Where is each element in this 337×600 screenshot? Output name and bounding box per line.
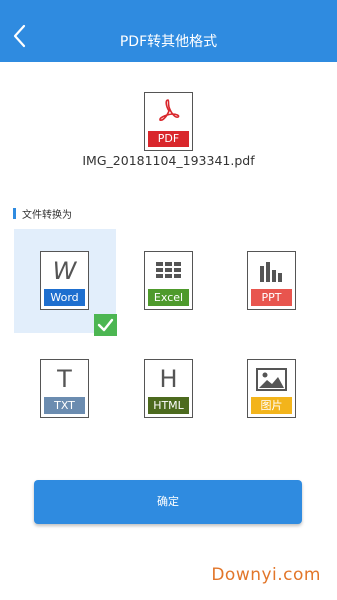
html-glyph: H — [159, 365, 178, 393]
excel-doc-icon: Excel — [144, 251, 193, 310]
format-option-ppt[interactable]: PPT — [221, 229, 323, 333]
page-title: PDF转其他格式 — [119, 34, 218, 50]
word-label: Word — [44, 289, 85, 306]
section-title: 文件转换为 — [13, 206, 72, 221]
image-label: 图片 — [251, 397, 292, 414]
confirm-button[interactable]: 确定 — [34, 480, 302, 524]
ppt-doc-icon: PPT — [247, 251, 296, 310]
acrobat-icon — [159, 99, 180, 121]
app-header: PDF转其他格式 — [0, 0, 337, 62]
excel-grid-icon — [156, 262, 181, 278]
html-doc-icon: H HTML — [144, 359, 193, 418]
format-option-txt[interactable]: T TXT — [14, 337, 116, 441]
html-label: HTML — [148, 397, 189, 414]
format-option-excel[interactable]: Excel — [118, 229, 220, 333]
section-title-text: 文件转换为 — [22, 209, 72, 221]
watermark: Downyi.com — [211, 565, 321, 585]
word-doc-icon: W Word — [40, 251, 89, 310]
excel-label: Excel — [148, 289, 189, 306]
section-marker — [13, 207, 16, 219]
selected-check-badge — [94, 314, 117, 336]
pdf-file-icon: PDF — [144, 92, 193, 151]
txt-glyph: T — [57, 365, 72, 393]
pdf-label: PDF — [148, 131, 189, 147]
picture-icon — [256, 368, 287, 391]
check-icon — [97, 318, 114, 332]
bar-chart-icon — [260, 262, 282, 282]
ppt-label: PPT — [251, 289, 292, 306]
image-doc-icon: 图片 — [247, 359, 296, 418]
txt-label: TXT — [44, 397, 85, 414]
txt-doc-icon: T TXT — [40, 359, 89, 418]
format-option-image[interactable]: 图片 — [221, 337, 323, 441]
file-name: IMG_20181104_193341.pdf — [82, 153, 255, 168]
format-option-html[interactable]: H HTML — [118, 337, 220, 441]
word-glyph: W — [52, 257, 77, 285]
